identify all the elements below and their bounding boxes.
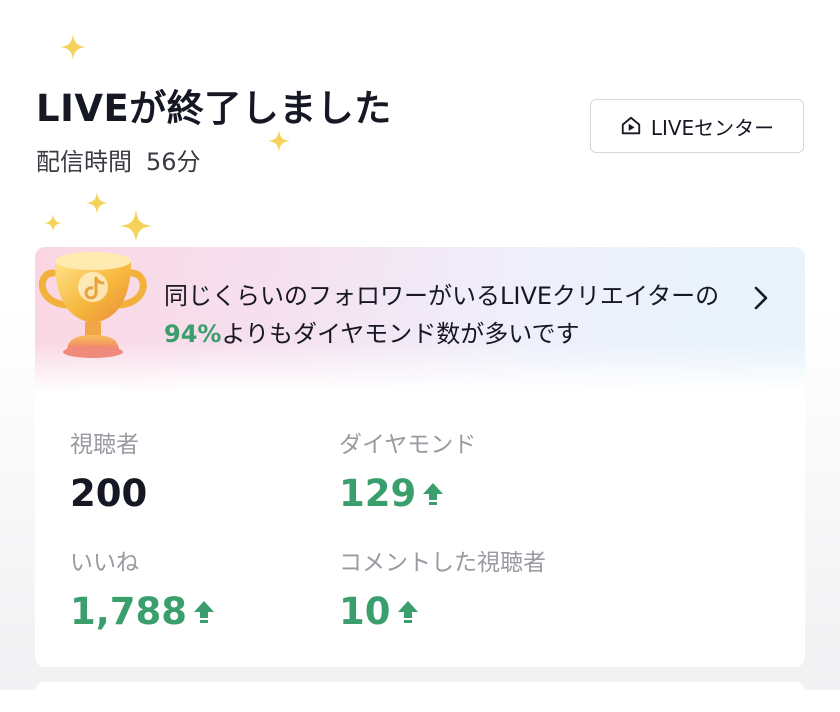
stream-duration: 配信時間 56分	[36, 142, 201, 177]
ranking-message[interactable]: 同じくらいのフォロワーがいるLIVEクリエイターの94%よりもダイヤモンド数が多…	[164, 277, 724, 353]
live-center-button[interactable]: LIVEセンター	[590, 99, 804, 153]
stat-label: ダイヤモンド	[339, 432, 477, 458]
duration-value: 56分	[146, 148, 201, 176]
arrow-up-icon	[423, 482, 444, 505]
ranking-percent: 94%	[164, 320, 222, 348]
stat-value: 10	[339, 590, 546, 633]
sparkle-icon	[268, 130, 290, 152]
duration-label: 配信時間	[36, 148, 132, 176]
sparkle-icon	[86, 192, 108, 214]
arrow-up-icon	[194, 600, 215, 623]
stat-commenters: コメントした視聴者 10	[339, 543, 546, 633]
stat-label: いいね	[70, 550, 139, 576]
trophy-icon	[38, 252, 147, 358]
sparkle-icon	[60, 34, 86, 60]
stat-label: 視聴者	[70, 432, 139, 458]
stat-value: 1,788	[70, 590, 215, 633]
summary-card: 同じくらいのフォロワーがいるLIVEクリエイターの94%よりもダイヤモンド数が多…	[35, 247, 805, 667]
stat-value: 129	[339, 472, 476, 515]
home-play-icon	[621, 116, 640, 135]
stat-diamonds: ダイヤモンド 129	[339, 425, 476, 515]
arrow-up-icon	[397, 600, 418, 623]
stat-value: 200	[70, 472, 148, 515]
stat-label: コメントした視聴者	[339, 550, 546, 576]
next-card	[35, 682, 805, 712]
page-title: LIVEが終了しました	[36, 87, 392, 130]
live-center-label: LIVEセンター	[650, 115, 775, 140]
stat-viewers: 視聴者 200	[70, 425, 147, 515]
sparkle-icon	[120, 210, 152, 242]
chevron-right-icon[interactable]	[751, 285, 771, 311]
sparkle-icon	[44, 214, 62, 232]
stat-likes: いいね 1,788	[70, 543, 215, 633]
